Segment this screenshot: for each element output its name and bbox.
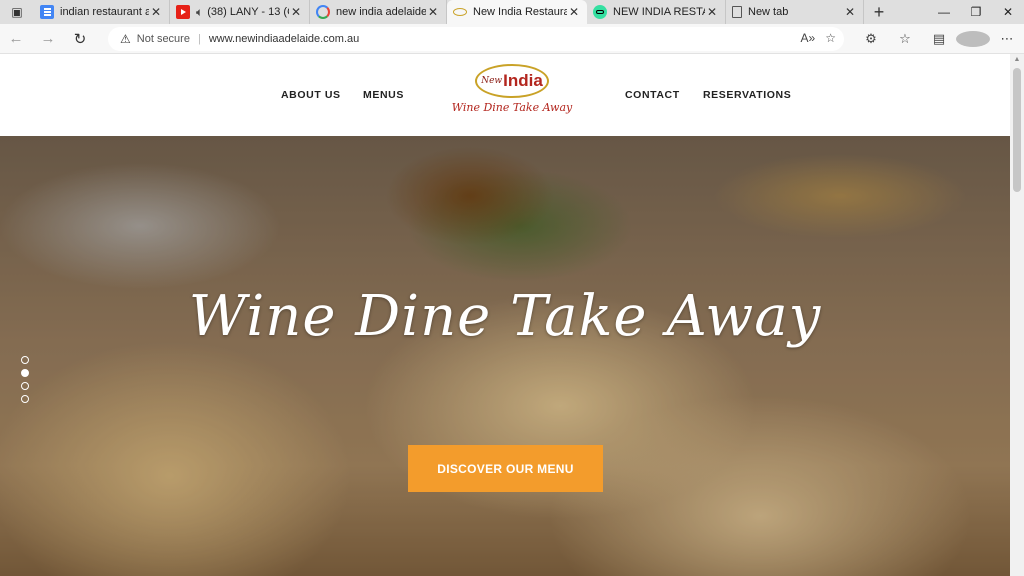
- read-aloud-icon[interactable]: A»: [801, 31, 816, 45]
- slider-dot[interactable]: [21, 382, 29, 390]
- close-icon[interactable]: ✕: [149, 5, 163, 19]
- logo-new-text: New: [481, 76, 503, 86]
- hero-title: Wine Dine Take Away: [188, 284, 822, 349]
- slider-dots: [21, 356, 29, 403]
- docs-favicon-icon: [40, 5, 54, 19]
- back-icon[interactable]: ←: [0, 24, 32, 54]
- tab-lany-video[interactable]: 🔈︎ (38) LANY - 13 (O ✕: [170, 0, 310, 24]
- browser-toolbar: ← → ↻ ⚠ Not secure | www.newindiaadelaid…: [0, 24, 1024, 54]
- collections-icon[interactable]: ▤: [922, 31, 956, 47]
- more-menu-icon[interactable]: ⋯: [990, 31, 1024, 47]
- logo-name-text: India: [503, 71, 543, 90]
- site-logo[interactable]: New India Wine Dine Take Away: [446, 64, 578, 124]
- tab-title: New India Restaurant: [473, 6, 567, 18]
- tripadvisor-favicon-icon: [593, 5, 607, 19]
- youtube-favicon-icon: [176, 5, 190, 19]
- address-bar[interactable]: ⚠ Not secure | www.newindiaadelaide.com.…: [108, 27, 844, 51]
- nav-about-us[interactable]: ABOUT US: [281, 89, 341, 101]
- url-text[interactable]: www.newindiaadelaide.com.au: [209, 33, 359, 45]
- close-icon[interactable]: ✕: [843, 5, 857, 19]
- separator: |: [197, 33, 201, 45]
- new-tab-button[interactable]: +: [864, 0, 894, 24]
- extensions-icon[interactable]: ⚙: [854, 31, 888, 47]
- speaker-icon[interactable]: 🔈︎: [196, 5, 203, 20]
- close-icon[interactable]: ✕: [567, 5, 581, 19]
- nav-menus[interactable]: MENUS: [363, 89, 404, 101]
- scroll-thumb[interactable]: [1013, 68, 1021, 192]
- favorites-icon[interactable]: ☆: [888, 31, 922, 47]
- tab-actions-icon[interactable]: ▣: [0, 0, 34, 24]
- close-icon[interactable]: ✕: [426, 5, 440, 19]
- google-favicon-icon: [316, 5, 330, 19]
- logo-badge: New India: [475, 64, 549, 98]
- nav-reservations[interactable]: RESERVATIONS: [703, 89, 791, 101]
- nav-contact[interactable]: CONTACT: [625, 89, 680, 101]
- address-bar-actions: A» ☆: [801, 31, 836, 45]
- slider-dot-active[interactable]: [21, 369, 29, 377]
- tab-title: New tab: [748, 6, 789, 18]
- site-favicon-icon: [453, 8, 467, 16]
- tab-new-tab[interactable]: New tab ✕: [726, 0, 864, 24]
- forward-icon[interactable]: →: [32, 24, 64, 54]
- discover-menu-button[interactable]: DISCOVER OUR MENU: [408, 445, 603, 492]
- tab-google-search[interactable]: new india adelaide - G ✕: [310, 0, 447, 24]
- restore-icon[interactable]: ❐: [960, 0, 992, 24]
- slider-dot[interactable]: [21, 395, 29, 403]
- tab-indian-restaurant[interactable]: indian restaurant adela ✕: [34, 0, 170, 24]
- close-icon[interactable]: ✕: [705, 5, 719, 19]
- profile-icon[interactable]: [956, 31, 990, 47]
- minimize-icon[interactable]: —: [928, 0, 960, 24]
- browser-tab-strip: ▣ indian restaurant adela ✕ 🔈︎ (38) LANY…: [0, 0, 1024, 24]
- slider-dot[interactable]: [21, 356, 29, 364]
- window-close-icon[interactable]: ✕: [992, 0, 1024, 24]
- refresh-icon[interactable]: ↻: [64, 24, 96, 54]
- hero-banner: Wine Dine Take Away DISCOVER OUR MENU: [0, 136, 1010, 576]
- tab-title: NEW INDIA RESTAURA: [613, 6, 705, 18]
- tab-title: (38) LANY - 13 (O: [207, 6, 289, 18]
- page-favicon-icon: [732, 6, 742, 18]
- page-scrollbar[interactable]: ▲: [1010, 54, 1024, 576]
- tab-title: indian restaurant adela: [60, 6, 149, 18]
- warning-icon[interactable]: ⚠: [120, 32, 131, 46]
- tab-title: new india adelaide - G: [336, 6, 426, 18]
- logo-tagline: Wine Dine Take Away: [451, 101, 573, 114]
- hero-image: [0, 136, 1010, 576]
- tab-new-india-restaurant[interactable]: New India Restaurant ✕: [447, 0, 587, 24]
- window-controls: — ❐ ✕: [928, 0, 1024, 24]
- scroll-up-icon[interactable]: ▲: [1010, 54, 1024, 66]
- avatar: [956, 31, 990, 47]
- tab-tripadvisor[interactable]: NEW INDIA RESTAURA ✕: [587, 0, 726, 24]
- close-icon[interactable]: ✕: [289, 5, 303, 19]
- toolbar-right: ⚙ ☆ ▤ ⋯: [854, 24, 1024, 54]
- favorite-star-icon[interactable]: ☆: [825, 31, 836, 45]
- site-header: ABOUT US MENUS New India Wine Dine Take …: [0, 54, 1010, 136]
- security-label[interactable]: Not secure: [137, 33, 190, 45]
